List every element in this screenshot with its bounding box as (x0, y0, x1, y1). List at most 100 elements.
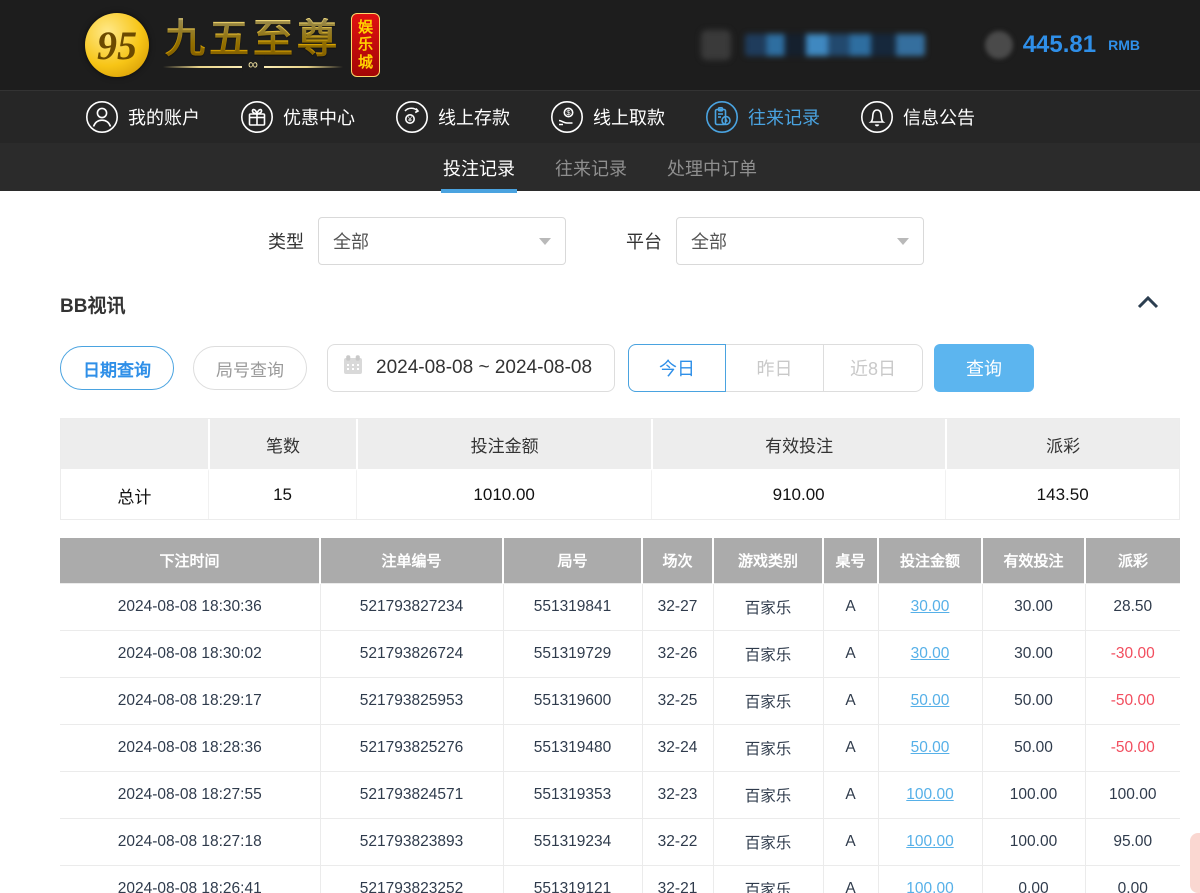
date-query-button[interactable]: 日期查询 (60, 346, 174, 390)
tab-processing-orders[interactable]: 处理中订单 (667, 155, 757, 193)
bet-amount-link[interactable]: 30.00 (911, 645, 950, 662)
cell-order-id: 521793825953 (320, 677, 503, 724)
summary-table: 笔数 投注金额 有效投注 派彩 总计 15 1010.00 910.00 143… (60, 418, 1180, 520)
cell-valid-bet: 50.00 (982, 677, 1085, 724)
cell-table-no: A (823, 677, 878, 724)
cell-game-type: 百家乐 (713, 583, 823, 630)
collapse-chevron-up-icon[interactable] (1136, 294, 1160, 315)
bet-amount-link[interactable]: 100.00 (906, 833, 953, 850)
cell-table-no: A (823, 865, 878, 893)
main-nav: 我的账户 优惠中心 ¥ 线上存款 $ 线上取款 (0, 90, 1200, 143)
cell-payout: 28.50 (1085, 583, 1180, 630)
nav-item-announcements[interactable]: 信息公告 (860, 100, 975, 134)
cell-bet-time: 2024-08-08 18:30:36 (60, 583, 320, 630)
cell-payout: 0.00 (1085, 865, 1180, 893)
date-range-value: 2024-08-08 ~ 2024-08-08 (376, 357, 592, 379)
brand-flourish-decoration (163, 62, 343, 72)
user-icon (85, 100, 119, 134)
brand-logo[interactable]: 95 九五至尊 娱 乐 城 (85, 13, 380, 77)
table-row: 2024-08-08 18:27:55 521793824571 5513193… (60, 771, 1180, 818)
quick-today-button[interactable]: 今日 (628, 344, 726, 392)
nav-item-transaction-records[interactable]: 往来记录 (705, 100, 820, 134)
col-order-id: 注单编号 (320, 538, 503, 583)
col-session: 场次 (642, 538, 713, 583)
type-select[interactable]: 全部 (318, 217, 566, 265)
cell-game-type: 百家乐 (713, 724, 823, 771)
nav-item-deposit[interactable]: ¥ 线上存款 (395, 100, 510, 134)
balance[interactable]: 445.81 RMB (985, 31, 1140, 59)
cell-session: 32-27 (642, 583, 713, 630)
cell-payout: -50.00 (1085, 677, 1180, 724)
search-button[interactable]: 查询 (934, 344, 1034, 392)
cell-game-type: 百家乐 (713, 630, 823, 677)
round-query-button[interactable]: 局号查询 (193, 346, 307, 390)
nav-item-promotions[interactable]: 优惠中心 (240, 100, 355, 134)
wallet-icon-blurred (985, 31, 1013, 59)
cell-bet-amount: 100.00 (878, 865, 982, 893)
col-bet-time: 下注时间 (60, 538, 320, 583)
cell-game-type: 百家乐 (713, 677, 823, 724)
table-row: 2024-08-08 18:26:41 521793823252 5513191… (60, 865, 1180, 893)
user-avatar-blurred[interactable] (701, 30, 731, 60)
records-icon (705, 100, 739, 134)
col-game-type: 游戏类别 (713, 538, 823, 583)
table-row: 2024-08-08 18:28:36 521793825276 5513194… (60, 724, 1180, 771)
cell-payout: 95.00 (1085, 818, 1180, 865)
summary-header-blank (61, 419, 208, 469)
cell-bet-time: 2024-08-08 18:29:17 (60, 677, 320, 724)
chevron-down-icon (897, 238, 909, 245)
bet-records-table: 下注时间 注单编号 局号 场次 游戏类别 桌号 投注金额 有效投注 派彩 202… (60, 538, 1180, 893)
nav-item-withdraw[interactable]: $ 线上取款 (550, 100, 665, 134)
section-title: BB视讯 (60, 291, 125, 318)
cell-session: 32-25 (642, 677, 713, 724)
tab-transaction-records[interactable]: 往来记录 (555, 155, 627, 193)
table-row: 2024-08-08 18:29:17 521793825953 5513196… (60, 677, 1180, 724)
cell-bet-amount: 50.00 (878, 677, 982, 724)
tab-bet-records[interactable]: 投注记录 (443, 155, 515, 193)
cell-table-no: A (823, 630, 878, 677)
user-area: 445.81 RMB (701, 30, 1140, 60)
cell-bet-amount: 30.00 (878, 583, 982, 630)
cell-game-type: 百家乐 (713, 865, 823, 893)
cell-round-id: 551319600 (503, 677, 642, 724)
cell-bet-time: 2024-08-08 18:27:18 (60, 818, 320, 865)
balance-currency: RMB (1108, 37, 1140, 53)
cell-round-id: 551319121 (503, 865, 642, 893)
cell-session: 32-22 (642, 818, 713, 865)
cell-order-id: 521793825276 (320, 724, 503, 771)
cell-order-id: 521793827234 (320, 583, 503, 630)
brand-badge: 娱 乐 城 (351, 13, 380, 77)
platform-select[interactable]: 全部 (676, 217, 924, 265)
cell-table-no: A (823, 771, 878, 818)
brand-logo-circle: 95 (85, 13, 149, 77)
nav-item-my-account[interactable]: 我的账户 (85, 100, 200, 134)
top-header: 95 九五至尊 娱 乐 城 445.81 RMB (0, 0, 1200, 90)
bet-amount-link[interactable]: 100.00 (906, 880, 953, 893)
cell-payout: 100.00 (1085, 771, 1180, 818)
cell-round-id: 551319841 (503, 583, 642, 630)
username-blurred (745, 34, 925, 56)
summary-total-row: 总计 15 1010.00 910.00 143.50 (61, 469, 1179, 519)
cell-valid-bet: 30.00 (982, 583, 1085, 630)
quick-yesterday-button[interactable]: 昨日 (726, 345, 824, 391)
bet-table-header-row: 下注时间 注单编号 局号 场次 游戏类别 桌号 投注金额 有效投注 派彩 (60, 538, 1180, 583)
bet-amount-link[interactable]: 50.00 (911, 739, 950, 756)
sub-nav: 投注记录 往来记录 处理中订单 (0, 143, 1200, 191)
date-range-input[interactable]: 2024-08-08 ~ 2024-08-08 (327, 344, 615, 392)
filter-row: 类型 全部 平台 全部 (0, 191, 1200, 265)
cell-valid-bet: 100.00 (982, 818, 1085, 865)
withdraw-icon: $ (550, 100, 584, 134)
bet-amount-link[interactable]: 50.00 (911, 692, 950, 709)
cell-bet-time: 2024-08-08 18:28:36 (60, 724, 320, 771)
cell-session: 32-23 (642, 771, 713, 818)
type-filter-label: 类型 (268, 228, 304, 254)
floating-widget-partial[interactable] (1190, 833, 1200, 893)
bet-amount-link[interactable]: 100.00 (906, 786, 953, 803)
cell-valid-bet: 30.00 (982, 630, 1085, 677)
cell-bet-time: 2024-08-08 18:30:02 (60, 630, 320, 677)
brand-name: 九五至尊 (165, 18, 341, 60)
cell-valid-bet: 50.00 (982, 724, 1085, 771)
quick-last8days-button[interactable]: 近8日 (824, 345, 922, 391)
cell-valid-bet: 100.00 (982, 771, 1085, 818)
bet-amount-link[interactable]: 30.00 (911, 598, 950, 615)
